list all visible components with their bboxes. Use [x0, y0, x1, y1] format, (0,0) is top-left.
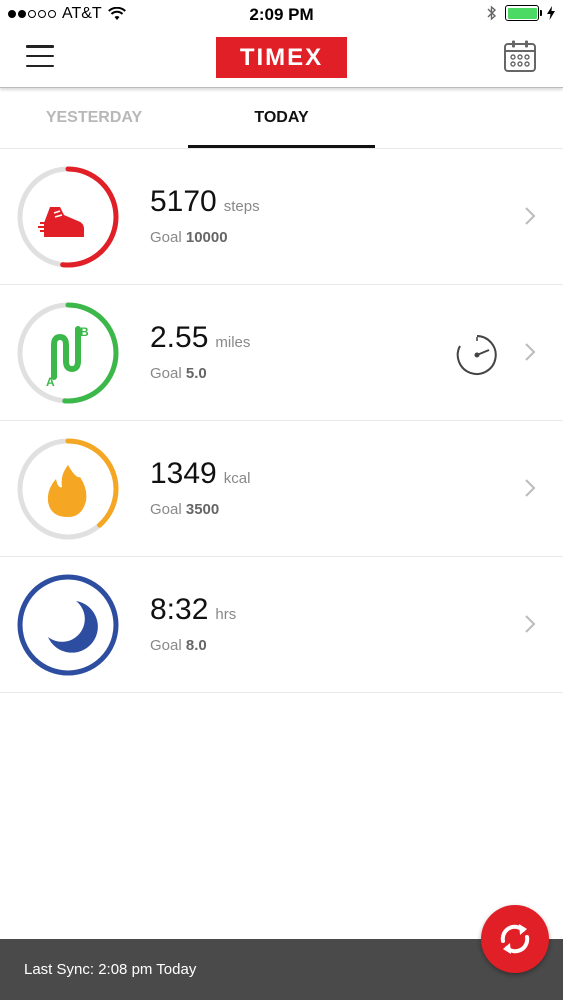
- timex-logo: TIMEX: [216, 37, 347, 78]
- moon-icon: [48, 601, 98, 653]
- distance-value: 2.55: [150, 321, 209, 354]
- sleep-goal-value: 8.0: [185, 637, 207, 654]
- sleep-row[interactable]: 8:32 hrs Goal 8.0: [0, 557, 563, 693]
- day-tabs: YESTERDAY TODAY: [0, 88, 563, 149]
- status-bar: AT&T 2:09 PM: [0, 0, 563, 30]
- distance-goal-value: 5.0: [185, 365, 207, 382]
- steps-metric: 5170 steps Goal 10000: [150, 185, 260, 246]
- sleep-goal: Goal 8.0: [150, 637, 236, 654]
- calendar-icon[interactable]: [503, 39, 537, 73]
- last-sync-label: Last Sync: 2:08 pm Today: [24, 961, 197, 978]
- distance-metric: 2.55 miles Goal 5.0: [150, 321, 250, 382]
- distance-unit: miles: [215, 334, 251, 351]
- distance-goal: Goal 5.0: [150, 365, 250, 382]
- distance-ab-icon: A B: [46, 325, 89, 389]
- sleep-value: 8:32: [150, 593, 209, 626]
- steps-unit: steps: [223, 198, 260, 215]
- battery-level: [507, 7, 537, 19]
- sync-icon: [500, 924, 530, 954]
- goal-label: Goal: [150, 365, 182, 382]
- calories-metric: 1349 kcal Goal 3500: [150, 457, 250, 518]
- chevron-right-icon[interactable]: [523, 613, 537, 635]
- svg-text:A: A: [46, 375, 55, 389]
- steps-progress-ring: [17, 166, 119, 268]
- tab-yesterday[interactable]: YESTERDAY: [0, 88, 188, 148]
- calories-progress-ring: [17, 438, 119, 540]
- sync-button[interactable]: [481, 905, 549, 973]
- sync-footer: Last Sync: 2:08 pm Today: [0, 939, 563, 1000]
- steps-row[interactable]: 5170 steps Goal 10000: [0, 149, 563, 285]
- calories-goal: Goal 3500: [150, 501, 250, 518]
- steps-goal-value: 10000: [185, 229, 228, 246]
- chevron-right-icon[interactable]: [523, 477, 537, 499]
- chevron-right-icon[interactable]: [523, 205, 537, 227]
- menu-icon[interactable]: [26, 44, 54, 68]
- status-time: 2:09 PM: [249, 5, 314, 24]
- distance-row[interactable]: A B 2.55 miles Goal 5.0: [0, 285, 563, 421]
- svg-text:B: B: [80, 325, 89, 339]
- battery-icon: [505, 5, 542, 21]
- steps-value: 5170: [150, 185, 217, 218]
- calories-unit: kcal: [223, 470, 251, 487]
- goal-label: Goal: [150, 637, 182, 654]
- sleep-metric: 8:32 hrs Goal 8.0: [150, 593, 236, 654]
- goal-label: Goal: [150, 501, 182, 518]
- status-right: [487, 5, 555, 21]
- sleep-progress-ring: [17, 574, 119, 676]
- app-header: TIMEX: [0, 30, 563, 88]
- goal-label: Goal: [150, 229, 182, 246]
- distance-progress-ring: A B: [17, 302, 119, 404]
- calories-row[interactable]: 1349 kcal Goal 3500: [0, 421, 563, 557]
- chevron-right-icon[interactable]: [523, 341, 537, 363]
- flame-icon: [47, 465, 87, 517]
- speedometer-icon[interactable]: [455, 333, 499, 377]
- sleep-unit: hrs: [215, 606, 237, 623]
- calories-value: 1349: [150, 457, 217, 490]
- charging-icon: [547, 6, 555, 20]
- active-tab-indicator: [188, 145, 375, 148]
- steps-goal: Goal 10000: [150, 229, 260, 246]
- shoe-icon: [38, 207, 84, 237]
- calories-goal-value: 3500: [185, 501, 220, 518]
- tab-today[interactable]: TODAY: [188, 88, 375, 148]
- bluetooth-icon: [487, 5, 497, 21]
